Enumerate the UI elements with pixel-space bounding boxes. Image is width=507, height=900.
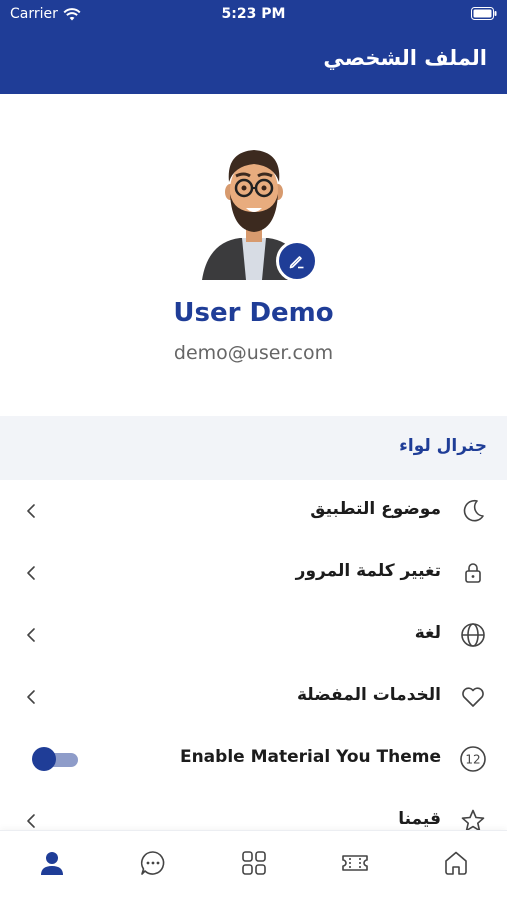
chevron-left-icon [27,814,35,828]
user-name: User Demo [173,298,334,328]
battery-icon [471,7,497,20]
grid-icon [242,851,266,875]
toggle-thumb [32,747,56,771]
edit-avatar-button[interactable] [276,240,318,282]
lock-icon [465,563,481,583]
status-bar: Carrier 5:23 PM [0,0,507,28]
number-12-text: 12 [465,753,480,767]
moon-icon [463,499,484,522]
tab-profile[interactable] [34,845,70,881]
settings-item-label: قيمنا [398,809,441,829]
chevron-left-icon [27,628,35,642]
settings-item-label: الخدمات المفضلة [296,685,441,705]
section-title: جنرال لواء [399,436,487,456]
settings-item-language[interactable]: لغة [0,604,507,666]
page-title: الملف الشخصي [323,46,487,70]
star-icon [461,809,485,830]
number-12-icon: 12 [460,746,486,772]
tab-chat[interactable] [135,845,171,881]
home-icon [445,851,467,875]
globe-icon [461,623,485,647]
settings-item-change-password[interactable]: تغيير كلمة المرور [0,542,507,604]
settings-item-rate-us[interactable]: قيمنا [0,790,507,830]
tab-services[interactable] [236,845,272,881]
settings-item-label: Enable Material You Theme [179,747,441,767]
clock: 5:23 PM [221,6,286,22]
tab-tickets[interactable] [337,845,373,881]
chat-icon [140,851,165,875]
section-header-general: جنرال لواء [0,416,507,480]
user-email: demo@user.com [173,342,334,364]
bottom-tab-bar [0,830,507,900]
pencil-icon [289,256,304,269]
settings-list: موضوع التطبيق تغيير كلمة المرور لغة الخد… [0,480,507,830]
settings-item-material-you: Enable Material You Theme 12 [0,728,507,790]
chevron-left-icon [27,566,35,580]
chevron-left-icon [27,690,35,704]
tab-home[interactable] [438,845,474,881]
settings-item-app-theme[interactable]: موضوع التطبيق [0,480,507,542]
chevron-left-icon [27,504,35,518]
settings-item-label: موضوع التطبيق [310,499,441,519]
material-you-toggle[interactable] [32,747,78,771]
ticket-icon [342,855,368,871]
profile-icon [41,852,63,875]
avatar-container [202,146,318,284]
settings-item-label: تغيير كلمة المرور [295,561,441,581]
settings-item-label: لغة [414,623,441,643]
app-bar: الملف الشخصي [0,28,507,94]
settings-item-favorite-services[interactable]: الخدمات المفضلة [0,666,507,728]
heart-icon [462,687,484,707]
profile-header: User Demo demo@user.com [0,94,507,416]
